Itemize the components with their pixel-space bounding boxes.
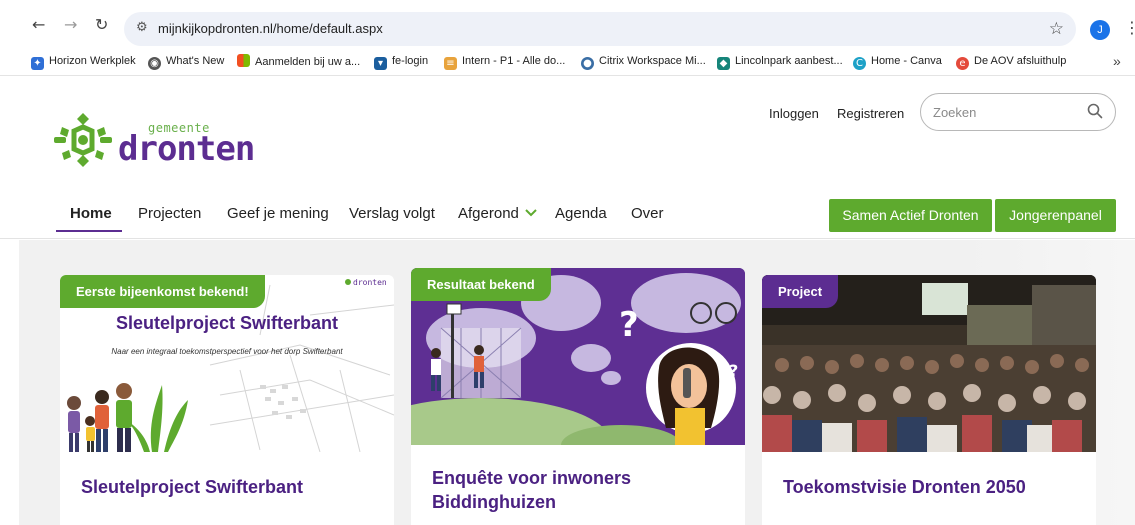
address-bar[interactable]: ⚙ mijnkijkopdronten.nl/home/default.aspx… [124, 12, 1076, 46]
bookmark-label: Lincolnpark aanbest... [735, 55, 843, 67]
browser-menu-icon[interactable]: ⋮ [1124, 18, 1135, 37]
status-badge: Resultaat bekend [411, 268, 551, 301]
bookmark-item[interactable]: ✦ Horizon Werkplek [31, 54, 136, 70]
register-link[interactable]: Registreren [837, 106, 904, 121]
search-box[interactable] [920, 93, 1116, 131]
card-title[interactable]: Enquête voor inwoners Biddinghuizen [432, 466, 631, 514]
canva-icon: C [853, 57, 866, 70]
active-nav-indicator [56, 230, 122, 232]
bookmark-item[interactable]: e De AOV afsluithulp [956, 54, 1066, 70]
bookmark-item[interactable]: ◉ What's New [148, 54, 224, 70]
profile-avatar[interactable]: J [1090, 20, 1110, 40]
nav-projecten[interactable]: Projecten [138, 205, 201, 222]
search-icon[interactable] [1087, 103, 1103, 119]
bookmark-label: Horizon Werkplek [49, 55, 136, 67]
status-badge: Project [762, 275, 839, 308]
dronten-emblem-icon [54, 113, 112, 167]
back-icon[interactable]: ← [32, 16, 45, 34]
card-image: ? ? Resultaat bekend [411, 268, 745, 445]
citrix-icon: ● [581, 57, 594, 70]
nav-home[interactable]: Home [70, 205, 112, 222]
project-card-biddinghuizen[interactable]: ? ? Resultaat bekend Enquête voor inwone… [411, 268, 745, 525]
project-card-swifterbant[interactable]: dronten Sleutelproject Swifterbant Naar … [60, 275, 394, 525]
bookmark-label: fe-login [392, 55, 429, 67]
nav-agenda[interactable]: Agenda [555, 205, 607, 222]
horizon-icon: ✦ [31, 57, 44, 70]
lincolnpark-icon: ◆ [717, 57, 730, 70]
card-title[interactable]: Sleutelproject Swifterbant [81, 475, 303, 499]
site-logo[interactable]: gemeente dronten [52, 107, 272, 173]
bookmark-label: Home - Canva [871, 55, 942, 67]
status-badge: Eerste bijeenkomst bekend! [60, 275, 265, 308]
image-title: Sleutelproject Swifterbant [115, 313, 339, 333]
project-grid: dronten Sleutelproject Swifterbant Naar … [19, 240, 1135, 525]
samen-actief-dronten-button[interactable]: Samen Actief Dronten [829, 199, 992, 232]
bookmarks-bar: ✦ Horizon Werkplek ◉ What's New Aanmelden … [0, 48, 1135, 76]
intern-icon: ≡ [444, 57, 457, 70]
site-settings-icon[interactable]: ⚙ [136, 20, 148, 35]
card-image: Project [762, 275, 1096, 452]
project-card-toekomstvisie[interactable]: Project Toekomstvisie Dronten 2050 [762, 275, 1096, 525]
bookmark-label: Citrix Workspace Mi... [599, 55, 706, 67]
card-title[interactable]: Toekomstvisie Dronten 2050 [783, 475, 1026, 499]
reload-icon[interactable]: ↻ [95, 16, 108, 34]
image-subtitle: Naar een integraal toekomstperspectief v… [111, 347, 343, 356]
address-url[interactable]: mijnkijkopdronten.nl/home/default.aspx [158, 21, 383, 36]
nav-geef-je-mening[interactable]: Geef je mening [227, 205, 329, 222]
login-link[interactable]: Inloggen [769, 106, 819, 121]
bookmark-label: Intern - P1 - Alle do... [462, 55, 566, 67]
nav-afgerond[interactable]: Afgerond [458, 205, 537, 222]
bookmark-item[interactable]: ≡ Intern - P1 - Alle do... [444, 54, 565, 70]
bookmark-item[interactable]: ▾ fe-login [374, 54, 428, 70]
browser-toolbar: ← → ↻ ⚙ mijnkijkopdronten.nl/home/defaul… [0, 0, 1135, 48]
nav-afgerond-label: Afgerond [458, 205, 519, 222]
bookmark-item[interactable]: ● Citrix Workspace Mi... [581, 54, 706, 70]
svg-text:?: ? [619, 305, 639, 345]
bookmark-item[interactable]: ◆ Lincolnpark aanbest... [717, 54, 843, 70]
forward-icon[interactable]: → [64, 16, 77, 34]
logo-dronten: dronten [118, 129, 255, 169]
card-image: dronten Sleutelproject Swifterbant Naar … [60, 275, 394, 452]
image-logo-text: dronten [353, 278, 387, 287]
bookmarks-overflow-icon[interactable]: » [1113, 53, 1121, 69]
search-input[interactable] [933, 103, 1083, 121]
bookmark-label: Aanmelden bij uw a... [255, 56, 361, 68]
card-title-line: Enquête voor inwoners [432, 468, 632, 488]
aov-icon: e [956, 57, 969, 70]
card-title-line: Biddinghuizen [432, 492, 556, 512]
nav-verslag-volgt[interactable]: Verslag volgt [349, 205, 435, 222]
chevron-down-icon [525, 209, 537, 217]
bookmark-star-icon[interactable]: ☆ [1049, 19, 1064, 39]
bookmark-item[interactable]: C Home - Canva [853, 54, 942, 70]
jongerenpanel-button[interactable]: Jongerenpanel [995, 199, 1116, 232]
microsoft-icon [237, 54, 250, 67]
nav-over[interactable]: Over [631, 205, 664, 222]
bookmark-label: What's New [166, 55, 225, 67]
bookmark-item[interactable]: Aanmelden bij uw a... [237, 54, 360, 69]
shield-icon: ▾ [374, 57, 387, 70]
bookmark-label: De AOV afsluithulp [974, 55, 1067, 67]
chrome-icon: ◉ [148, 57, 161, 70]
site-header: gemeente dronten Inloggen Registreren Ho… [0, 77, 1135, 239]
